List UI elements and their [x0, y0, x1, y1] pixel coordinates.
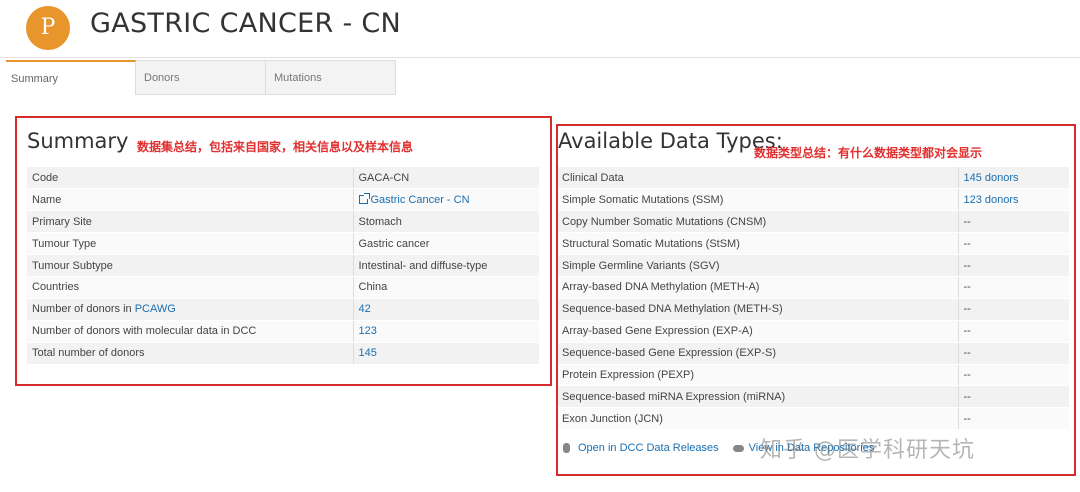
page-title: GASTRIC CANCER - CN: [90, 8, 402, 39]
project-logo: P: [26, 6, 70, 50]
tab-summary[interactable]: Summary: [6, 60, 136, 95]
page: P GASTRIC CANCER - CN Summary Donors Mut…: [0, 0, 1080, 492]
tab-donors[interactable]: Donors: [136, 60, 266, 95]
project-header: P GASTRIC CANCER - CN: [0, 0, 1080, 58]
tab-bar: Summary Donors Mutations: [6, 60, 396, 95]
summary-highlight-box: [15, 116, 552, 386]
data-types-highlight-box: [556, 124, 1076, 476]
watermark: 知乎 @医学科研天坑: [760, 438, 975, 463]
tab-mutations[interactable]: Mutations: [266, 60, 396, 95]
